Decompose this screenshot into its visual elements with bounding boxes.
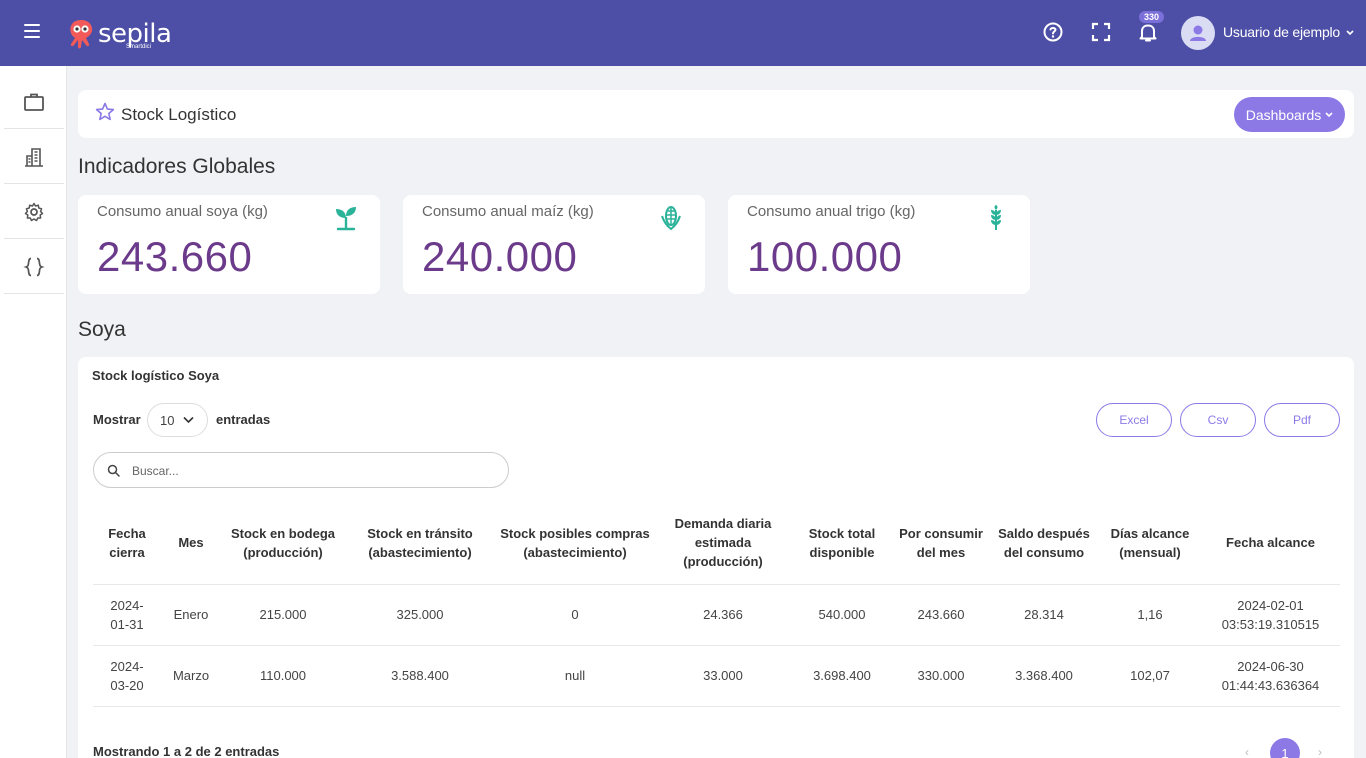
kpi-value: 240.000 bbox=[422, 233, 578, 280]
octopus-logo-icon bbox=[70, 20, 93, 49]
kpi-card-trigo: Consumo anual trigo (kg) 100.000 bbox=[728, 195, 1030, 294]
section-title-global: Indicadores Globales bbox=[78, 155, 276, 178]
notification-badge: 330 bbox=[1139, 11, 1165, 23]
table-cell: 102,07 bbox=[1099, 645, 1201, 707]
card-title: Stock logístico Soya bbox=[92, 368, 220, 383]
dashboards-button[interactable]: Dashboards bbox=[1234, 97, 1345, 132]
table-cell: 33.000 bbox=[655, 645, 791, 707]
table-row: 2024-01-31 Enero 215.000 325.000 0 24.36… bbox=[93, 584, 1340, 646]
help-icon[interactable] bbox=[1041, 20, 1065, 44]
pdf-button[interactable]: Pdf bbox=[1264, 403, 1340, 437]
corn-icon bbox=[661, 206, 681, 231]
bell-icon[interactable] bbox=[1136, 20, 1160, 44]
table-cell: 2024-03-20 bbox=[93, 645, 161, 707]
chevron-down-icon bbox=[1325, 111, 1333, 117]
kpi-value: 243.660 bbox=[97, 233, 253, 280]
table-header-row: Fecha cierra Mes Stock en bodega (produc… bbox=[93, 502, 1340, 585]
column-header[interactable]: Stock en tránsito (abastecimiento) bbox=[345, 502, 495, 585]
table-card: Stock logístico Soya Mostrar 10 entradas… bbox=[78, 357, 1354, 758]
kpi-card-maiz: Consumo anual maíz (kg) 240.000 bbox=[403, 195, 705, 294]
table-cell: 3.368.400 bbox=[989, 645, 1099, 707]
kpi-card-soya: Consumo anual soya (kg) 243.660 bbox=[78, 195, 380, 294]
logo-subtitle: Smartdici bbox=[126, 44, 152, 50]
table-cell: Enero bbox=[161, 584, 221, 646]
page-header: Stock Logístico Dashboards bbox=[78, 90, 1354, 138]
menu-icon[interactable] bbox=[24, 24, 40, 38]
star-icon[interactable] bbox=[95, 102, 115, 122]
column-header[interactable]: Fecha cierra bbox=[93, 502, 161, 585]
table-cell: 2024-02-01 03:53:19.310515 bbox=[1201, 584, 1340, 646]
entries-select[interactable]: 10 bbox=[147, 403, 208, 437]
search-box bbox=[93, 452, 509, 488]
entries-label: entradas bbox=[216, 412, 271, 427]
avatar[interactable] bbox=[1181, 16, 1215, 50]
table-cell: 0 bbox=[495, 584, 655, 646]
column-header[interactable]: Stock en bodega (producción) bbox=[221, 502, 345, 585]
sidebar-item-code[interactable] bbox=[4, 240, 64, 294]
chevron-down-icon bbox=[1346, 30, 1354, 36]
table-info: Mostrando 1 a 2 de 2 entradas bbox=[93, 744, 280, 758]
table-cell: 325.000 bbox=[345, 584, 495, 646]
table-cell: 540.000 bbox=[791, 584, 893, 646]
user-menu[interactable]: Usuario de ejemplo bbox=[1223, 24, 1354, 40]
table-cell: 215.000 bbox=[221, 584, 345, 646]
table-cell: 3.698.400 bbox=[791, 645, 893, 707]
table-cell: 24.366 bbox=[655, 584, 791, 646]
pager-next[interactable]: › bbox=[1318, 745, 1322, 758]
column-header[interactable]: Demanda diaria estimada (producción) bbox=[655, 502, 791, 585]
kpi-value: 100.000 bbox=[747, 233, 903, 280]
section-title-soya: Soya bbox=[78, 318, 126, 341]
table-cell: 330.000 bbox=[893, 645, 989, 707]
briefcase-icon bbox=[24, 93, 44, 111]
table-cell: 28.314 bbox=[989, 584, 1099, 646]
show-label: Mostrar bbox=[93, 412, 141, 427]
search-icon bbox=[107, 464, 120, 477]
page-title: Stock Logístico bbox=[121, 105, 237, 124]
column-header[interactable]: Saldo después del consumo bbox=[989, 502, 1099, 585]
table-cell: 2024-01-31 bbox=[93, 584, 161, 646]
column-header[interactable]: Mes bbox=[161, 502, 221, 585]
entries-value: 10 bbox=[160, 412, 175, 428]
table-cell: 110.000 bbox=[221, 645, 345, 707]
kpi-label: Consumo anual trigo (kg) bbox=[747, 203, 916, 220]
excel-button[interactable]: Excel bbox=[1096, 403, 1172, 437]
sidebar-item-settings[interactable] bbox=[4, 185, 64, 239]
buildings-icon bbox=[25, 147, 43, 167]
logo[interactable]: sepila Smartdici bbox=[66, 14, 172, 54]
dashboards-label: Dashboards bbox=[1245, 106, 1322, 123]
fullscreen-icon[interactable] bbox=[1089, 20, 1113, 44]
braces-icon bbox=[23, 257, 45, 276]
wheat-icon bbox=[991, 205, 1001, 230]
chevron-down-icon bbox=[183, 416, 194, 424]
kpi-label: Consumo anual maíz (kg) bbox=[422, 203, 594, 220]
csv-button[interactable]: Csv bbox=[1180, 403, 1256, 437]
sprout-icon bbox=[336, 207, 356, 231]
column-header[interactable]: Días alcance (mensual) bbox=[1099, 502, 1201, 585]
kpi-label: Consumo anual soya (kg) bbox=[97, 203, 268, 220]
sidebar bbox=[0, 66, 67, 758]
pager-previous[interactable]: ‹ bbox=[1245, 745, 1249, 758]
table-cell: 243.660 bbox=[893, 584, 989, 646]
table-cell: Marzo bbox=[161, 645, 221, 707]
sidebar-item-buildings[interactable] bbox=[4, 130, 64, 184]
user-icon bbox=[1190, 25, 1206, 41]
column-header[interactable]: Stock posibles compras (abastecimiento) bbox=[495, 502, 655, 585]
column-header[interactable]: Stock total disponible bbox=[791, 502, 893, 585]
search-input[interactable] bbox=[132, 461, 492, 481]
user-name: Usuario de ejemplo bbox=[1223, 24, 1341, 40]
table-cell: null bbox=[495, 645, 655, 707]
table-cell: 3.588.400 bbox=[345, 645, 495, 707]
top-bar: sepila Smartdici 330 Usuario de ejemplo bbox=[0, 0, 1366, 66]
table-row: 2024-03-20 Marzo 110.000 3.588.400 null … bbox=[93, 645, 1340, 707]
pager-page-1[interactable]: 1 bbox=[1270, 738, 1300, 758]
sidebar-item-briefcase[interactable] bbox=[4, 75, 64, 129]
table-cell: 1,16 bbox=[1099, 584, 1201, 646]
gear-icon bbox=[24, 202, 44, 221]
column-header[interactable]: Fecha alcance bbox=[1201, 502, 1340, 585]
table-cell: 2024-06-30 01:44:43.636364 bbox=[1201, 645, 1340, 707]
column-header[interactable]: Por consumir del mes bbox=[893, 502, 989, 585]
stock-table: Fecha cierra Mes Stock en bodega (produc… bbox=[93, 502, 1340, 707]
